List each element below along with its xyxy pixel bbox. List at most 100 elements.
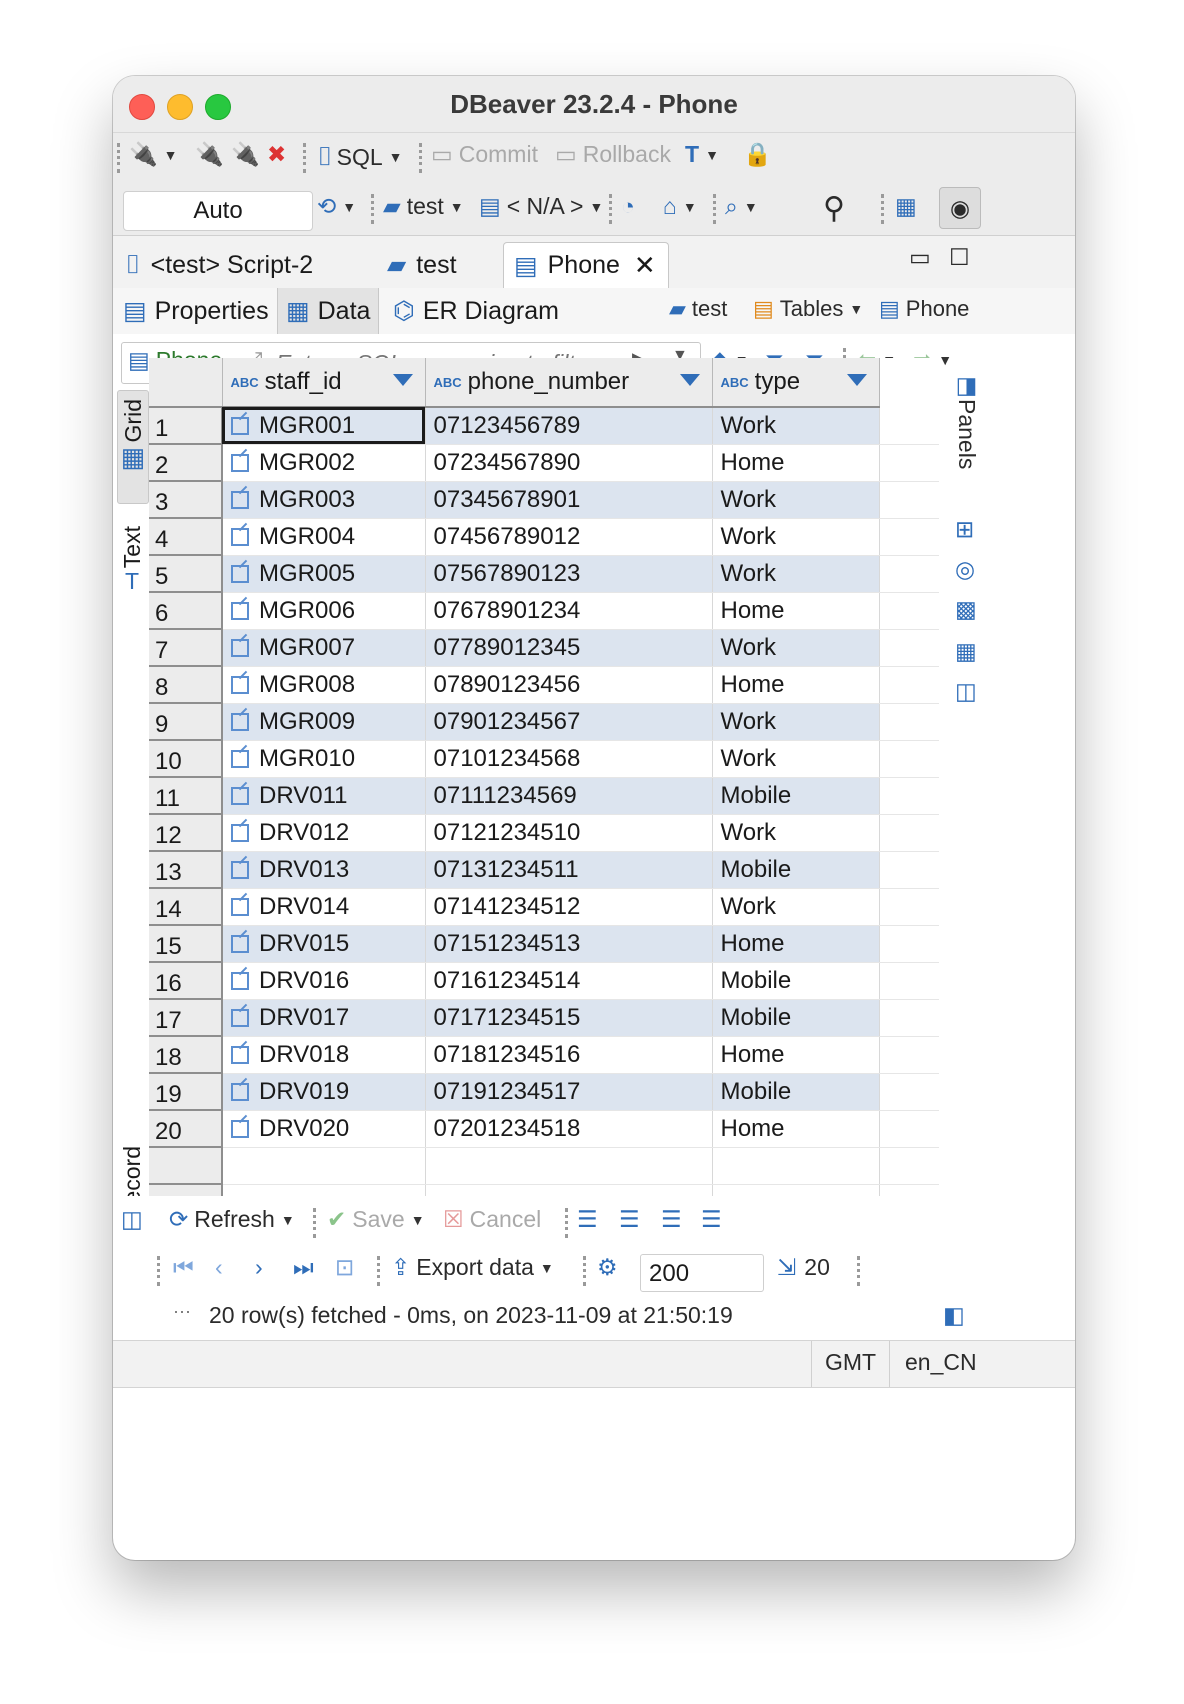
open-reference-icon[interactable] (231, 1120, 249, 1139)
row-number[interactable]: 14 (149, 888, 223, 926)
breadcrumb-table[interactable]: ▤ Phone (879, 296, 969, 322)
cell-phone-number[interactable]: 07131234511 (425, 851, 713, 889)
table-row[interactable]: 8 MGR008 07890123456 Home (149, 666, 939, 704)
transaction-mode-button[interactable]: T ▼ (685, 141, 719, 168)
cell-staff-id[interactable]: MGR001 (222, 407, 426, 445)
cell-staff-id[interactable]: MGR005 (222, 555, 426, 593)
row-number[interactable]: 9 (149, 703, 223, 741)
cell-staff-id[interactable]: DRV013 (222, 851, 426, 889)
open-reference-icon[interactable] (231, 602, 249, 621)
table-row[interactable]: 18 DRV018 07181234516 Home (149, 1036, 939, 1074)
minimize-editor-button[interactable]: ▭ (909, 244, 931, 271)
cell-staff-id[interactable]: DRV015 (222, 925, 426, 963)
table-row[interactable]: 9 MGR009 07901234567 Work (149, 703, 939, 741)
cell-type[interactable]: Work (712, 888, 880, 926)
new-connection-button[interactable]: 🔌 ▼ (129, 141, 178, 168)
open-reference-icon[interactable] (231, 1046, 249, 1065)
row-number[interactable]: 20 (149, 1110, 223, 1148)
panels-toggle[interactable]: ◨ Panels (953, 372, 980, 469)
tab-test[interactable]: ▰ test (377, 242, 497, 288)
table-row[interactable]: 7 MGR007 07789012345 Work (149, 629, 939, 667)
table-row[interactable]: 5 MGR005 07567890123 Work (149, 555, 939, 593)
open-reference-icon[interactable] (231, 898, 249, 917)
lock-button[interactable]: 🔒 (743, 141, 772, 168)
global-search-button[interactable]: ⚲ (823, 191, 845, 226)
cell-type[interactable]: Mobile (712, 777, 880, 815)
cell-phone-number[interactable]: 07121234510 (425, 814, 713, 852)
row-number[interactable]: 15 (149, 925, 223, 963)
cell-staff-id[interactable]: DRV017 (222, 999, 426, 1037)
cell-staff-id[interactable]: DRV012 (222, 814, 426, 852)
record-mode-button[interactable]: ◫ (121, 1206, 143, 1233)
references-panel-button[interactable]: ◫ (955, 678, 977, 705)
cell-staff-id[interactable]: MGR007 (222, 629, 426, 667)
transaction-mode-field[interactable]: Auto (123, 191, 313, 231)
connect-button[interactable]: 🔌 (195, 141, 224, 168)
row-number[interactable]: 3 (149, 481, 223, 519)
add-row-button[interactable]: ☰ (619, 1206, 640, 1233)
fetch-size-input[interactable]: 200 (640, 1254, 764, 1292)
row-number[interactable]: 17 (149, 999, 223, 1037)
row-number[interactable]: 10 (149, 740, 223, 778)
cell-phone-number[interactable]: 07567890123 (425, 555, 713, 593)
tab-er-diagram[interactable]: ⌬ ER Diagram (385, 288, 567, 334)
cell-type[interactable]: Home (712, 592, 880, 630)
cell-type[interactable]: Work (712, 407, 880, 445)
disconnect-button[interactable]: ✖ (267, 141, 286, 168)
previous-page-button[interactable]: ‹ (215, 1254, 223, 1281)
cell-phone-number[interactable]: 07191234517 (425, 1073, 713, 1111)
refresh-button[interactable]: ⟳ Refresh ▼ (169, 1206, 295, 1233)
open-reference-icon[interactable] (231, 972, 249, 991)
cell-type[interactable]: Home (712, 444, 880, 482)
cell-type[interactable]: Work (712, 555, 880, 593)
close-icon[interactable]: ✕ (634, 250, 656, 281)
cell-staff-id[interactable]: DRV014 (222, 888, 426, 926)
cell-staff-id[interactable]: DRV016 (222, 962, 426, 1000)
row-number[interactable]: 4 (149, 518, 223, 556)
row-number[interactable]: 7 (149, 629, 223, 667)
table-row[interactable]: 10 MGR010 07101234568 Work (149, 740, 939, 778)
row-number[interactable]: 18 (149, 1036, 223, 1074)
breadcrumb-connection[interactable]: ▰ test (669, 296, 727, 322)
cell-type[interactable]: Mobile (712, 962, 880, 1000)
cell-phone-number[interactable]: 07789012345 (425, 629, 713, 667)
open-reference-icon[interactable] (231, 454, 249, 473)
tab-properties[interactable]: ▤ Properties (115, 288, 277, 334)
column-header-staff-id[interactable]: ABC staff_id (222, 358, 426, 408)
cell-type[interactable]: Work (712, 703, 880, 741)
dashboard-button[interactable]: ◔ (621, 193, 635, 220)
delete-row-button[interactable]: ☰ (701, 1206, 722, 1233)
cell-type[interactable]: Work (712, 481, 880, 519)
cell-type[interactable]: Home (712, 666, 880, 704)
sql-editor-button[interactable]: ⌷ SQL ▼ (317, 141, 403, 173)
rollback-button[interactable]: ▭ Rollback (555, 141, 671, 168)
row-number[interactable]: 12 (149, 814, 223, 852)
cell-type[interactable]: Mobile (712, 999, 880, 1037)
cell-type[interactable]: Mobile (712, 851, 880, 889)
perspective-button[interactable]: ▦ (895, 193, 917, 220)
column-header-phone-number[interactable]: ABC phone_number (425, 358, 713, 408)
export-data-button[interactable]: ⇪ Export data ▼ (391, 1254, 554, 1281)
open-reference-icon[interactable] (231, 935, 249, 954)
maximize-editor-button[interactable]: ☐ (949, 244, 970, 271)
table-row[interactable]: 17 DRV017 07171234515 Mobile (149, 999, 939, 1037)
table-row[interactable]: 11 DRV011 07111234569 Mobile (149, 777, 939, 815)
cancel-button[interactable]: ☒ Cancel (443, 1206, 541, 1233)
cell-type[interactable]: Mobile (712, 1073, 880, 1111)
first-page-button[interactable]: ⏮ (173, 1254, 194, 1281)
cell-type[interactable]: Work (712, 740, 880, 778)
cell-phone-number[interactable]: 07456789012 (425, 518, 713, 556)
navigator-button[interactable]: ⌂ ▼ (663, 193, 697, 220)
dbeaver-perspective-button[interactable]: ◉ (939, 187, 981, 229)
row-number[interactable]: 8 (149, 666, 223, 704)
cell-type[interactable]: Work (712, 814, 880, 852)
cell-staff-id[interactable]: MGR009 (222, 703, 426, 741)
active-schema-selector[interactable]: ▤ < N/A > ▼ (479, 193, 603, 220)
cell-phone-number[interactable]: 07151234513 (425, 925, 713, 963)
sort-arrow-icon[interactable] (846, 374, 867, 386)
open-reference-icon[interactable] (231, 824, 249, 843)
column-header-type[interactable]: ABC type (712, 358, 880, 408)
row-number[interactable]: 19 (149, 1073, 223, 1111)
table-row[interactable]: 3 MGR003 07345678901 Work (149, 481, 939, 519)
cell-phone-number[interactable]: 07161234514 (425, 962, 713, 1000)
